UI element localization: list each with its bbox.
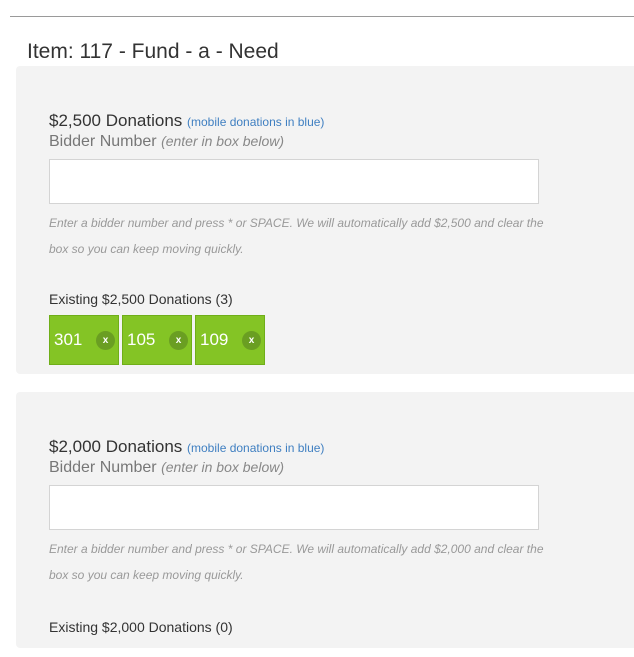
existing-donations-label: Existing $2,000 Donations (0)	[49, 619, 233, 635]
donation-heading: $2,500 Donations	[49, 111, 183, 130]
donation-chip-number: 301	[54, 330, 83, 349]
bidder-help-text: Enter a bidder number and press * or SPA…	[49, 542, 544, 582]
donation-chip[interactable]: 105 x	[122, 315, 192, 365]
bidder-number-label-line: Bidder Number (enter in box below)	[49, 457, 609, 477]
top-divider	[10, 16, 634, 17]
donation-chip-number: 105	[127, 330, 156, 349]
bidder-number-label-line: Bidder Number (enter in box below)	[49, 131, 609, 151]
donation-chip-list: 301 x 105 x 109 x	[49, 315, 609, 365]
donation-heading: $2,000 Donations	[49, 437, 183, 456]
bidder-number-label: Bidder Number	[49, 459, 157, 476]
remove-donation-button[interactable]: x	[242, 331, 261, 350]
existing-donations-label: Existing $2,500 Donations (3)	[49, 291, 233, 307]
donation-chip[interactable]: 109 x	[195, 315, 265, 365]
page-title: Item: 117 - Fund - a - Need	[27, 40, 279, 63]
bidder-number-input[interactable]	[49, 159, 539, 204]
remove-donation-button[interactable]: x	[96, 331, 115, 350]
mobile-donations-note: (mobile donations in blue)	[187, 441, 325, 455]
donation-panel-2000: $2,000 Donations (mobile donations in bl…	[16, 392, 634, 648]
donation-heading-line: $2,500 Donations (mobile donations in bl…	[49, 110, 609, 131]
donation-chip[interactable]: 301 x	[49, 315, 119, 365]
bidder-number-hint: (enter in box below)	[161, 133, 285, 149]
bidder-number-input[interactable]	[49, 485, 539, 530]
mobile-donations-note: (mobile donations in blue)	[187, 115, 325, 129]
bidder-number-label: Bidder Number	[49, 133, 157, 150]
bidder-help-text: Enter a bidder number and press * or SPA…	[49, 216, 544, 256]
bidder-number-hint: (enter in box below)	[161, 459, 285, 475]
donation-chip-number: 109	[200, 330, 229, 349]
remove-donation-button[interactable]: x	[169, 331, 188, 350]
donation-panel-2500: $2,500 Donations (mobile donations in bl…	[16, 66, 634, 374]
donation-heading-line: $2,000 Donations (mobile donations in bl…	[49, 436, 609, 457]
